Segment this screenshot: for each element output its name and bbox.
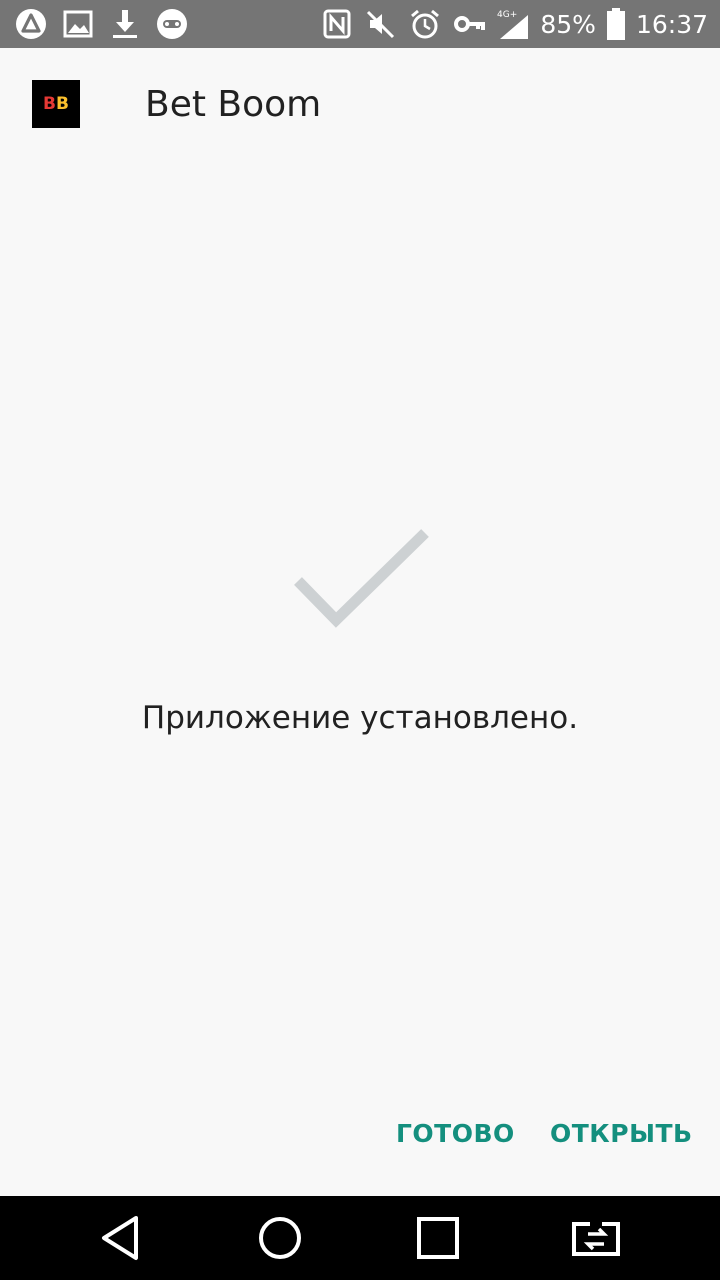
navigation-bar bbox=[0, 1196, 720, 1280]
nfc-icon bbox=[320, 7, 354, 41]
open-button[interactable]: ОТКРЫТЬ bbox=[550, 1112, 693, 1156]
status-bar-system: 4G+ 85% 16:37 bbox=[320, 6, 708, 42]
home-icon bbox=[259, 1217, 301, 1259]
battery-icon bbox=[606, 7, 626, 41]
vpn-key-icon bbox=[452, 7, 486, 41]
battery-percent: 85% bbox=[540, 9, 596, 39]
alarm-icon bbox=[408, 7, 442, 41]
signal-4g-icon: 4G+ bbox=[496, 7, 530, 41]
home-button[interactable] bbox=[250, 1208, 310, 1268]
app-icon-letter-2: B bbox=[56, 94, 69, 114]
game-controller-icon bbox=[155, 7, 189, 41]
app-title: Bet Boom bbox=[145, 84, 322, 125]
clock: 16:37 bbox=[635, 9, 708, 39]
done-button[interactable]: ГОТОВО bbox=[396, 1112, 515, 1156]
app-icon: B B bbox=[32, 80, 80, 128]
gallery-icon bbox=[61, 7, 95, 41]
status-bar-notifications bbox=[14, 6, 189, 42]
app-icon-letter-1: B bbox=[43, 94, 56, 114]
svg-text:4G+: 4G+ bbox=[497, 10, 517, 20]
back-button[interactable] bbox=[92, 1208, 152, 1268]
status-bar: 4G+ 85% 16:37 bbox=[0, 0, 720, 48]
recents-icon bbox=[417, 1217, 459, 1259]
back-icon bbox=[102, 1216, 138, 1260]
app-switch-icon bbox=[572, 1220, 620, 1256]
app-header: B B Bet Boom bbox=[0, 48, 720, 160]
app-notification-icon bbox=[14, 7, 48, 41]
app-switch-button[interactable] bbox=[566, 1208, 626, 1268]
recents-button[interactable] bbox=[408, 1208, 468, 1268]
checkmark-icon bbox=[294, 529, 429, 628]
download-icon bbox=[108, 7, 142, 41]
mute-icon bbox=[364, 7, 398, 41]
install-status-message: Приложение установлено. bbox=[141, 700, 579, 736]
